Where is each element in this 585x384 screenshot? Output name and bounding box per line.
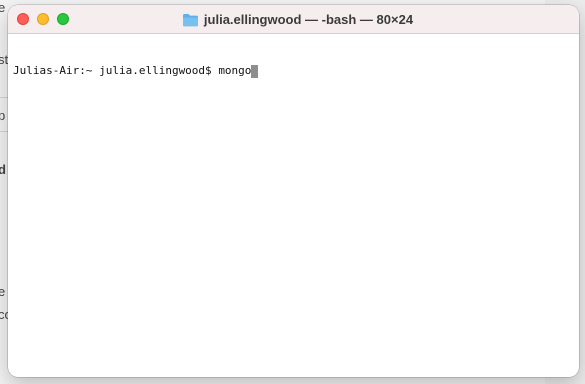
typed-command: mongo [218, 64, 252, 77]
shell-prompt: Julias-Air:~ julia.ellingwood$ [13, 64, 219, 77]
terminal-output[interactable]: Julias-Air:~ julia.ellingwood$ mongo [8, 34, 579, 377]
background-text-fragment: e [0, 0, 6, 15]
background-text-fragment: d [0, 162, 6, 177]
terminal-scrollbar[interactable] [570, 34, 579, 377]
text-cursor [251, 64, 259, 78]
terminal-window[interactable]: julia.ellingwood — -bash — 80×24 Julias-… [8, 5, 579, 377]
background-text-fragment: p [0, 108, 6, 123]
window-title: julia.ellingwood — -bash — 80×24 [8, 5, 579, 34]
window-title-text: julia.ellingwood — -bash — 80×24 [203, 12, 414, 27]
folder-icon [182, 13, 198, 26]
terminal-line: Julias-Air:~ julia.ellingwood$ mongo [13, 64, 579, 78]
background-text-fragment: st [0, 52, 9, 67]
title-bar[interactable]: julia.ellingwood — -bash — 80×24 [8, 5, 579, 34]
